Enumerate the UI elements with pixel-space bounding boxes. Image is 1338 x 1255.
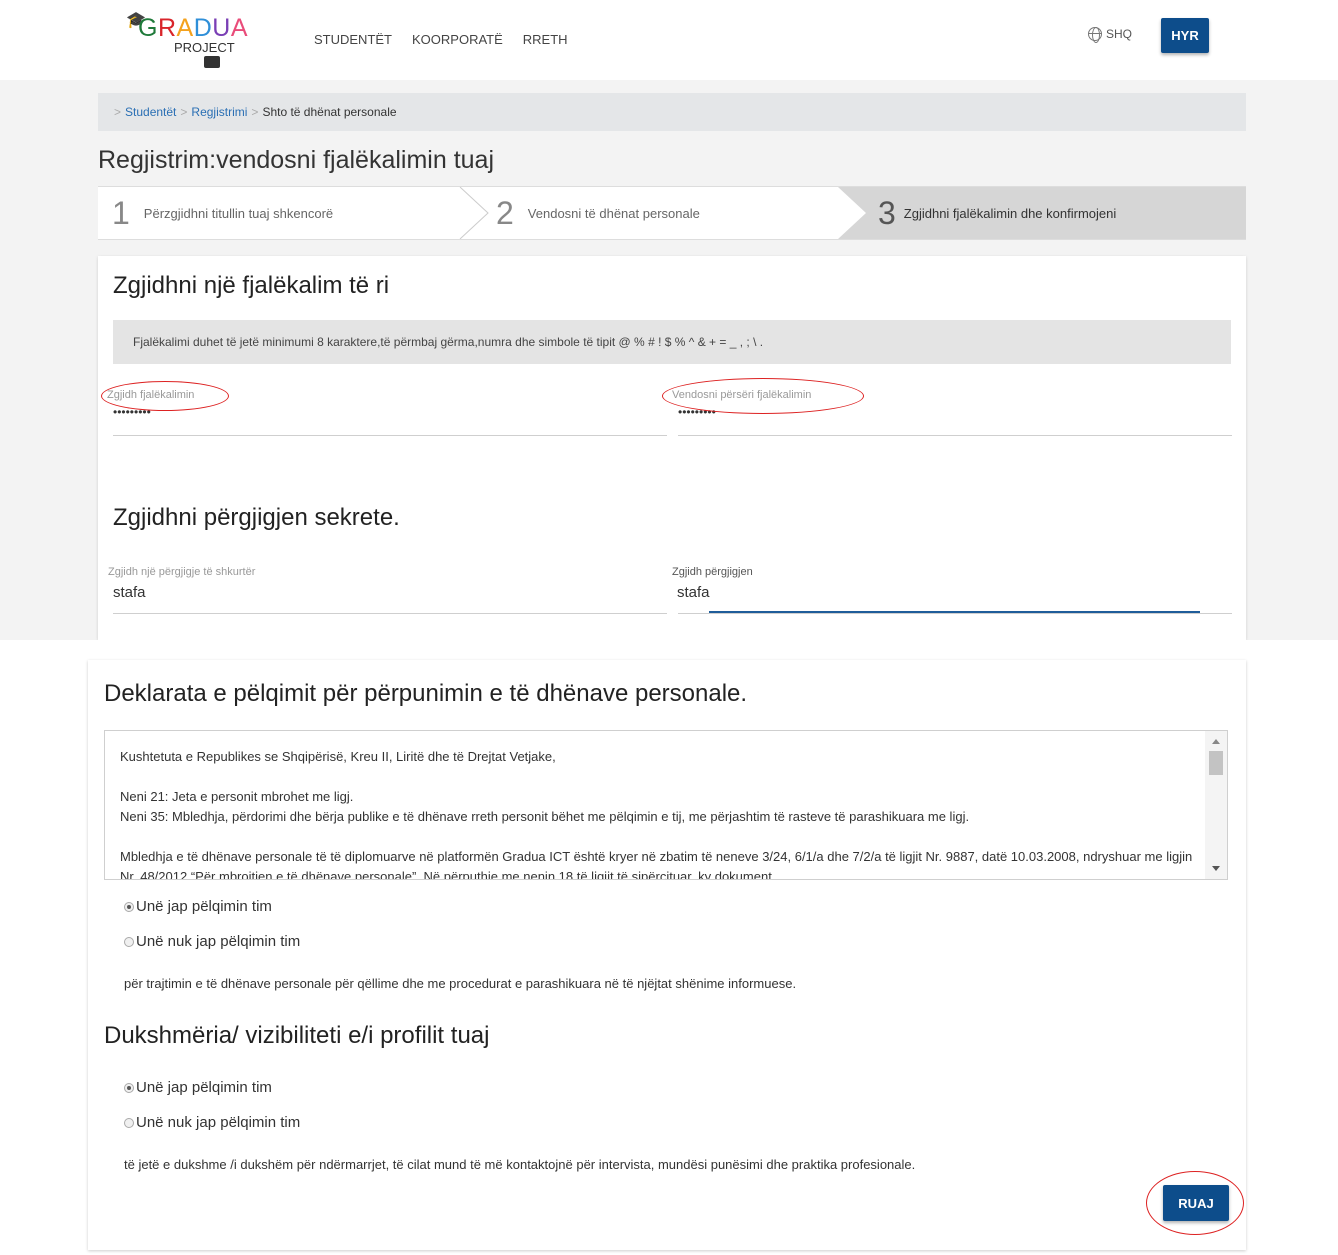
- consent-note: për trajtimin e të dhënave personale për…: [124, 976, 797, 991]
- radio-unselected-icon[interactable]: [124, 1117, 134, 1128]
- visibility-option-yes-label: Unë jap pëlqimin tim: [136, 1079, 272, 1096]
- password-requirements-notice: Fjalëkalimi duhet të jetë minimumi 8 kar…: [113, 320, 1231, 364]
- language-label: SHQ: [1106, 27, 1133, 41]
- section-gap: [0, 640, 1338, 660]
- breadcrumb-separator: >: [251, 105, 259, 119]
- confirm-password-field[interactable]: Vendosni përsëri fjalëkalimin •••••••••: [672, 389, 811, 419]
- visibility-note: të jetë e dukshme /i dukshëm për ndërmar…: [124, 1157, 916, 1172]
- consent-card: Deklarata e pëlqimit për përpunimin e të…: [88, 660, 1246, 1250]
- logo-letter: D: [193, 14, 213, 42]
- consent-text-line: Neni 35: Mbledhja, përdorimi dhe bërja p…: [120, 809, 970, 824]
- scroll-down-icon[interactable]: [1212, 866, 1220, 871]
- step-chevron-icon: [459, 187, 489, 239]
- logo-letter: A: [176, 14, 194, 42]
- secret-question-value[interactable]: stafa: [113, 584, 255, 601]
- logo-letter: U: [212, 14, 231, 42]
- confirm-password-underline: [678, 435, 1232, 436]
- registration-steps: 1 Përzgjidhni titullin tuaj shkencorë 2 …: [98, 186, 1246, 240]
- logo-letter: A: [230, 14, 249, 42]
- consent-text-line: Neni 21: Jeta e personit mbrohet me ligj…: [120, 789, 354, 804]
- breadcrumb-studentet[interactable]: Studentët: [125, 105, 176, 119]
- step-label: Përzgjidhni titullin tuaj shkencorë: [143, 205, 334, 221]
- visibility-option-no-label: Unë nuk jap pëlqimin tim: [136, 1114, 301, 1131]
- save-button[interactable]: RUAJ: [1163, 1185, 1229, 1221]
- logo-letter: R: [157, 14, 177, 42]
- briefcase-icon: [204, 56, 220, 68]
- textarea-scrollbar[interactable]: [1205, 731, 1227, 879]
- consent-section-title: Deklarata e pëlqimit për përpunimin e të…: [104, 680, 748, 707]
- consent-text-line: Kushtetuta e Republikes se Shqipërisë, K…: [120, 749, 556, 764]
- visibility-option-no[interactable]: Unë nuk jap pëlqimin tim: [124, 1114, 300, 1131]
- password-card: Zgjidhni një fjalëkalim të ri Fjalëkalim…: [98, 256, 1246, 640]
- breadcrumb: > Studentët > Regjistrimi > Shto të dhën…: [98, 93, 1246, 131]
- gradua-logo[interactable]: 🎓 GRADUA PROJECT: [126, 8, 256, 70]
- confirm-password-label: Vendosni përsëri fjalëkalimin: [672, 389, 812, 401]
- step-1: 1 Përzgjidhni titullin tuaj shkencorë: [112, 187, 333, 239]
- language-selector[interactable]: SHQ: [1088, 27, 1133, 43]
- login-button[interactable]: HYR: [1161, 18, 1209, 53]
- password-value[interactable]: •••••••••: [113, 405, 194, 419]
- radio-selected-icon[interactable]: [124, 901, 134, 912]
- nav-item-koorporate[interactable]: KOORPORATË: [412, 32, 503, 47]
- secret-answer-value[interactable]: stafa: [677, 584, 753, 601]
- header: 🎓 GRADUA PROJECT STUDENTËT KOORPORATË RR…: [0, 0, 1338, 80]
- visibility-option-yes[interactable]: Unë jap pëlqimin tim: [124, 1079, 272, 1096]
- step-number: 1: [112, 194, 130, 231]
- breadcrumb-separator: >: [114, 105, 122, 119]
- logo-wordmark: GRADUA: [138, 14, 248, 43]
- secret-answer-field[interactable]: Zgjidh përgjigjen stafa: [672, 566, 753, 601]
- step-3: 3 Zgjidhni fjalëkalimin dhe konfirmojeni: [878, 187, 1116, 239]
- nav-item-rreth[interactable]: RRETH: [523, 32, 568, 47]
- consent-option-no[interactable]: Unë nuk jap pëlqimin tim: [124, 933, 300, 950]
- step-2: 2 Vendosni të dhënat personale: [496, 187, 700, 239]
- radio-unselected-icon[interactable]: [124, 936, 134, 947]
- nav-item-studentet[interactable]: STUDENTËT: [314, 32, 392, 47]
- password-section-title: Zgjidhni një fjalëkalim të ri: [113, 272, 390, 299]
- secret-question-underline: [113, 613, 667, 614]
- secret-section-title: Zgjidhni përgjigjen sekrete.: [113, 504, 400, 531]
- scroll-thumb[interactable]: [1209, 751, 1223, 775]
- secret-answer-underline: [678, 613, 1232, 614]
- main-nav: STUDENTËT KOORPORATË RRETH: [314, 32, 568, 47]
- secret-question-label: Zgjidh një përgjigje të shkurtër: [108, 566, 256, 578]
- breadcrumb-regjistrimi[interactable]: Regjistrimi: [191, 105, 247, 119]
- globe-icon: [1088, 27, 1102, 43]
- page-title: Regjistrim:vendosni fjalëkalimin tuaj: [98, 146, 494, 174]
- step-label: Zgjidhni fjalëkalimin dhe konfirmojeni: [903, 205, 1117, 221]
- secret-answer-label: Zgjidh përgjigjen: [672, 566, 753, 578]
- consent-text-line: Mbledhja e të dhënave personale të të di…: [120, 849, 1193, 880]
- radio-selected-icon[interactable]: [124, 1082, 134, 1093]
- visibility-section-title: Dukshmëria/ vizibiliteti e/i profilit tu…: [104, 1022, 490, 1049]
- consent-option-no-label: Unë nuk jap pëlqimin tim: [136, 933, 301, 950]
- logo-letter: G: [138, 14, 158, 42]
- password-underline: [113, 435, 667, 436]
- step-label: Vendosni të dhënat personale: [527, 205, 700, 221]
- breadcrumb-separator: >: [180, 105, 188, 119]
- password-label: Zgjidh fjalëkalimin: [107, 389, 195, 401]
- password-field[interactable]: Zgjidh fjalëkalimin •••••••••: [107, 389, 194, 419]
- breadcrumb-current: Shto të dhënat personale: [262, 105, 397, 119]
- secret-question-field[interactable]: Zgjidh një përgjigje të shkurtër stafa: [108, 566, 255, 601]
- consent-option-yes-label: Unë jap pëlqimin tim: [136, 898, 272, 915]
- focus-underline: [709, 611, 1200, 613]
- logo-subtitle: PROJECT: [174, 40, 235, 55]
- scroll-up-icon[interactable]: [1212, 739, 1220, 744]
- consent-option-yes[interactable]: Unë jap pëlqimin tim: [124, 898, 272, 915]
- step-number: 2: [496, 194, 514, 231]
- step-number: 3: [878, 194, 896, 231]
- confirm-password-value[interactable]: •••••••••: [678, 405, 811, 419]
- consent-textarea[interactable]: Kushtetuta e Republikes se Shqipërisë, K…: [104, 730, 1228, 880]
